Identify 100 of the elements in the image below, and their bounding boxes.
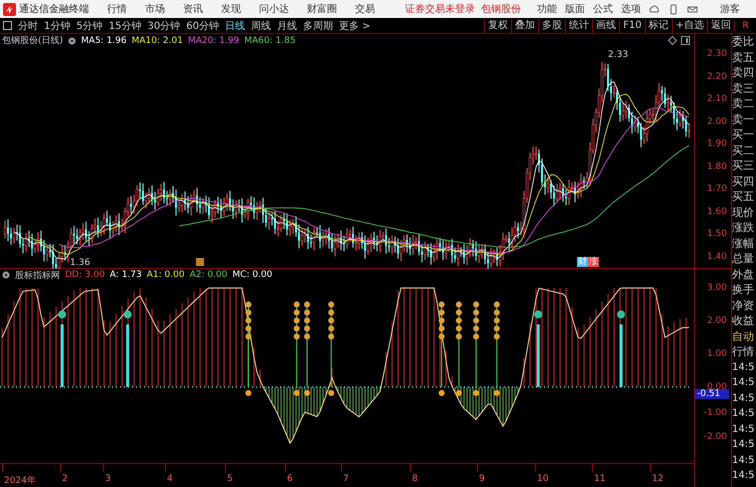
quote-label: 买四 bbox=[732, 174, 755, 189]
user-name[interactable]: 游客 bbox=[720, 2, 740, 16]
panel-toggle-icon[interactable] bbox=[3, 21, 12, 30]
toolbar-button[interactable]: 统计 bbox=[565, 18, 592, 32]
toolbar-button[interactable]: 多股 bbox=[538, 18, 566, 32]
axis-label: 1.50 bbox=[706, 229, 727, 239]
menu-item[interactable]: 资讯 bbox=[183, 2, 203, 16]
menu-item[interactable]: 财富圈 bbox=[307, 2, 337, 16]
low-price-label: 1.36 bbox=[70, 258, 90, 268]
quote-label: 卖五 bbox=[732, 50, 755, 65]
date-label: 7 bbox=[343, 474, 349, 484]
gear-icon[interactable] bbox=[2, 271, 10, 279]
indicator-value: A2: 0.00 bbox=[190, 270, 228, 280]
menu-item[interactable]: 功能 bbox=[537, 2, 557, 16]
period-tab[interactable]: 更多 > bbox=[338, 18, 371, 32]
quote-label: 卖一 bbox=[732, 112, 755, 127]
axis-label: 1.70 bbox=[706, 184, 727, 194]
period-tab[interactable]: 60分钟 bbox=[186, 18, 219, 32]
trade-time: 14:5 bbox=[732, 360, 756, 374]
period-tab[interactable]: 5分钟 bbox=[76, 18, 103, 32]
axis-label: -1.00 bbox=[704, 408, 727, 418]
chart-title: 包钢股份(日线) bbox=[2, 34, 64, 47]
login-notice: 证券交易未登录 bbox=[405, 2, 475, 16]
quote-label: 现价 bbox=[732, 204, 755, 220]
menu-item[interactable]: 市场 bbox=[145, 2, 165, 16]
date-label: 9 bbox=[479, 474, 485, 484]
trade-time: 14:5 bbox=[732, 407, 756, 421]
period-tab[interactable]: 分时 bbox=[18, 18, 38, 32]
quote-label: 买三 bbox=[732, 158, 755, 174]
quote-label: 卖三 bbox=[732, 80, 755, 96]
toolbar-button[interactable]: F10 bbox=[619, 18, 645, 32]
menu-item[interactable]: 行情 bbox=[107, 2, 127, 16]
date-label: 6 bbox=[287, 474, 293, 484]
quote-label: 换手 bbox=[732, 282, 755, 298]
trade-time: 14:5 bbox=[732, 422, 756, 436]
trade-time: 14:5 bbox=[732, 438, 756, 452]
indicator-value: MC: 0.00 bbox=[232, 270, 272, 280]
trade-time: 14:5 bbox=[732, 454, 756, 468]
gear-icon[interactable] bbox=[68, 36, 76, 44]
axis-label: 2.30 bbox=[706, 49, 727, 59]
indicator-value: DD: 3.00 bbox=[65, 270, 105, 280]
menu-item[interactable]: 选项 bbox=[621, 2, 641, 16]
message-icon[interactable] bbox=[687, 4, 698, 14]
date-label: 5 bbox=[227, 474, 233, 484]
toolbar-button[interactable]: 标记 bbox=[644, 18, 672, 32]
period-tab[interactable]: 30分钟 bbox=[147, 18, 180, 32]
axis-label: 2.10 bbox=[706, 94, 727, 104]
period-tab[interactable]: 多周期 bbox=[302, 18, 333, 32]
quote-label: 买二 bbox=[732, 142, 755, 158]
menu-item[interactable]: 问小达 bbox=[259, 2, 289, 16]
phone-icon[interactable] bbox=[668, 4, 679, 14]
date-label: 8 bbox=[412, 474, 418, 484]
menu-item[interactable]: 交易 bbox=[355, 2, 375, 16]
quote-label: 买五 bbox=[732, 189, 755, 204]
toolbar-button[interactable]: 叠加 bbox=[511, 18, 538, 32]
toolbar-button[interactable]: 返回 bbox=[707, 18, 734, 32]
ma-value: MA20: 1.99 bbox=[188, 36, 240, 46]
quote-label: 外盘 bbox=[732, 266, 755, 282]
menu-item[interactable]: 公式 bbox=[593, 2, 613, 16]
indicator-value: A1: 0.00 bbox=[146, 270, 185, 280]
toolbar-button[interactable]: +自选 bbox=[672, 18, 707, 32]
axis-label: 1.40 bbox=[706, 252, 727, 262]
toolbar-button[interactable]: 画线 bbox=[592, 18, 620, 32]
period-tab[interactable]: 1分钟 bbox=[44, 18, 70, 32]
axis-label: 2.00 bbox=[706, 116, 727, 126]
period-tab[interactable]: 15分钟 bbox=[108, 18, 142, 32]
date-label: 12 bbox=[652, 474, 664, 484]
cloud-icon[interactable] bbox=[649, 4, 660, 14]
stock-link[interactable]: 包钢股份 bbox=[481, 2, 521, 16]
quote-label: 涨跌 bbox=[732, 220, 755, 236]
axis-label: 1.00 bbox=[706, 349, 727, 359]
quote-label: 总量 bbox=[732, 251, 755, 266]
period-tab[interactable]: 日线 bbox=[224, 18, 245, 32]
quote-label: 涨幅 bbox=[732, 236, 755, 251]
menu-item[interactable]: 发现 bbox=[221, 2, 241, 16]
diamond-icon[interactable] bbox=[668, 36, 677, 45]
corner-label: R bbox=[734, 20, 756, 30]
axis-label: 1.60 bbox=[706, 206, 727, 216]
quote-label: 收益 bbox=[732, 313, 755, 328]
logo-icon bbox=[3, 2, 16, 16]
quote-label: 卖二 bbox=[732, 96, 755, 112]
indicator-title: 股标指标网 bbox=[15, 270, 60, 282]
date-label: 2024年 bbox=[4, 474, 36, 487]
quote-label: 委比 bbox=[732, 34, 755, 50]
trade-time: 14:5 bbox=[732, 376, 756, 390]
period-tab[interactable]: 月线 bbox=[276, 18, 297, 32]
app-title: 通达信金融终端 bbox=[19, 2, 89, 16]
panel-icon[interactable] bbox=[681, 36, 690, 45]
date-label: 4 bbox=[167, 474, 173, 484]
period-tab[interactable]: 周线 bbox=[250, 18, 271, 32]
date-label: 2 bbox=[62, 474, 68, 484]
menu-item[interactable]: 版面 bbox=[565, 2, 585, 16]
toolbar-button[interactable]: 复权 bbox=[484, 18, 512, 32]
high-price-label: 2.33 bbox=[608, 50, 628, 60]
axis-label: 1.90 bbox=[706, 139, 727, 149]
axis-label: -2.00 bbox=[704, 432, 727, 442]
indicator-value: A: 1.73 bbox=[110, 270, 142, 280]
quote-label: 行情 bbox=[732, 344, 755, 360]
axis-label: 2.20 bbox=[706, 72, 727, 82]
current-value-label: -0.51 bbox=[695, 389, 729, 399]
